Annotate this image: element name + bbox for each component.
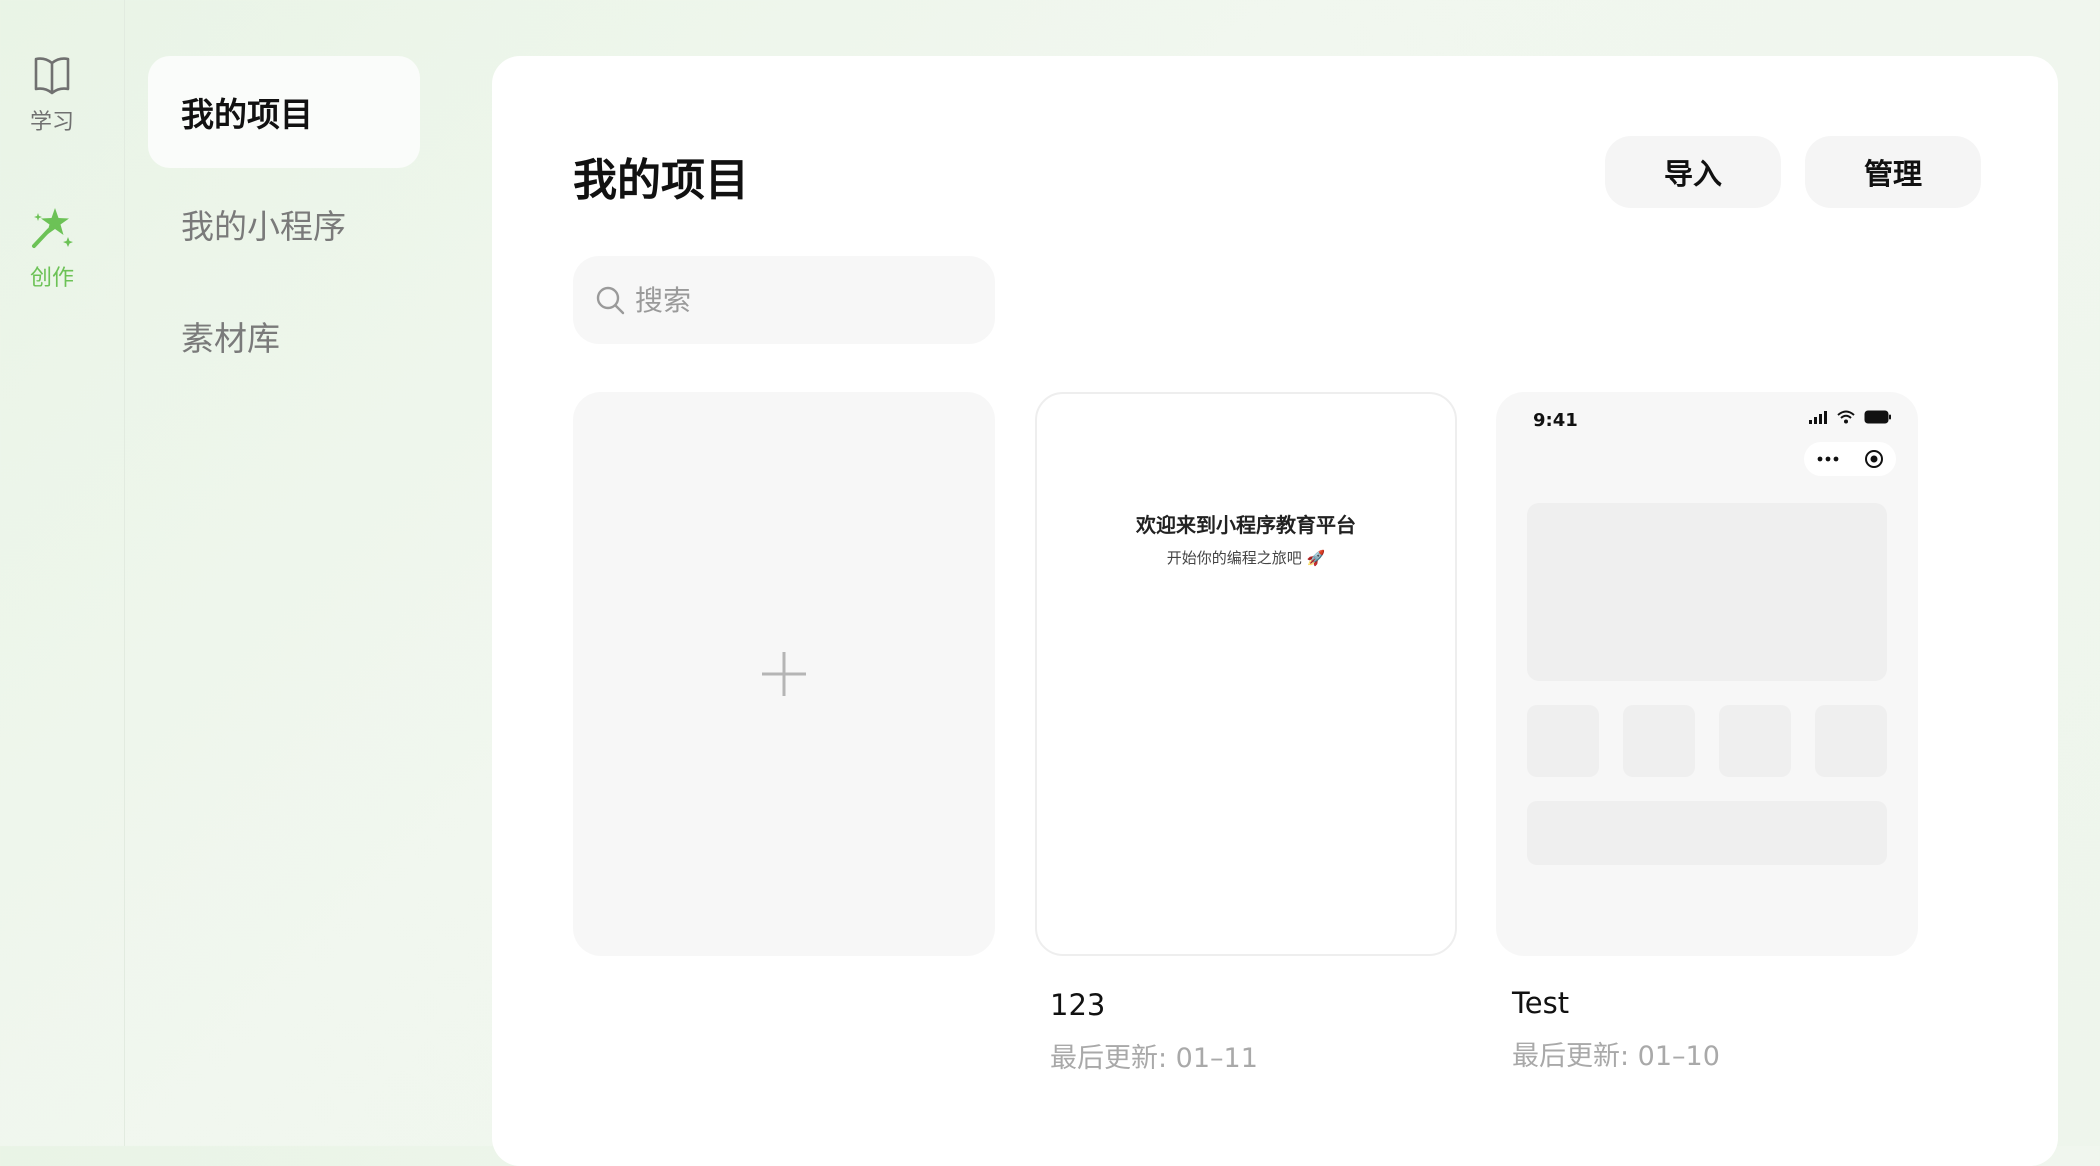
page-title: 我的项目	[573, 155, 749, 206]
close-target-icon	[1864, 450, 1883, 468]
project-name[interactable]: 123	[1050, 988, 1105, 1022]
search-icon	[596, 286, 625, 315]
search-box[interactable]	[573, 256, 995, 344]
placeholder-tile	[1623, 705, 1695, 777]
plus-icon	[762, 652, 806, 696]
import-button[interactable]: 导入	[1605, 136, 1781, 208]
search-input[interactable]	[633, 282, 977, 318]
placeholder-tile	[1815, 705, 1887, 777]
project-card-preview[interactable]: 9:41	[1496, 392, 1918, 956]
placeholder-banner	[1527, 503, 1887, 681]
book-icon	[34, 57, 70, 95]
status-bar-time: 9:41	[1533, 410, 1578, 431]
icon-rail: 学习 创作	[0, 0, 125, 1146]
signal-icon	[1809, 411, 1827, 424]
placeholder-tile	[1719, 705, 1791, 777]
subnav-item-assets[interactable]: 素材库	[148, 280, 420, 392]
preview-welcome-subtitle: 开始你的编程之旅吧 🚀	[1166, 549, 1326, 567]
battery-icon	[1864, 410, 1891, 424]
mini-program-capsule	[1804, 442, 1896, 476]
subnav-item-my-projects[interactable]: 我的项目	[148, 56, 420, 168]
magic-wand-icon	[32, 208, 73, 248]
main-panel: 我的项目 导入 管理 欢迎来到小程序教育平台 开始你的编程之旅吧 🚀 123 最…	[492, 56, 2058, 1166]
status-bar-icons	[1808, 410, 1892, 424]
wifi-icon	[1837, 410, 1855, 424]
rail-item-learn[interactable]: 学习	[0, 54, 104, 136]
rail-item-label: 创作	[29, 266, 74, 291]
placeholder-bar	[1527, 801, 1887, 865]
subnav-item-my-mini-programs[interactable]: 我的小程序	[148, 168, 420, 280]
rail-item-label: 学习	[29, 110, 74, 135]
rail-item-create[interactable]: 创作	[0, 206, 104, 292]
project-updated: 最后更新: 01–11	[1050, 1043, 1258, 1074]
preview-welcome-title: 欢迎来到小程序教育平台	[1136, 513, 1356, 537]
new-project-card[interactable]	[573, 392, 995, 956]
sub-navigation: 我的项目 我的小程序 素材库	[148, 56, 420, 392]
more-icon	[1817, 456, 1838, 462]
project-card-preview[interactable]: 欢迎来到小程序教育平台 开始你的编程之旅吧 🚀	[1035, 392, 1457, 956]
placeholder-tile	[1527, 705, 1599, 777]
project-updated: 最后更新: 01–10	[1512, 1041, 1720, 1072]
manage-button[interactable]: 管理	[1805, 136, 1981, 208]
project-name[interactable]: Test	[1512, 986, 1569, 1020]
